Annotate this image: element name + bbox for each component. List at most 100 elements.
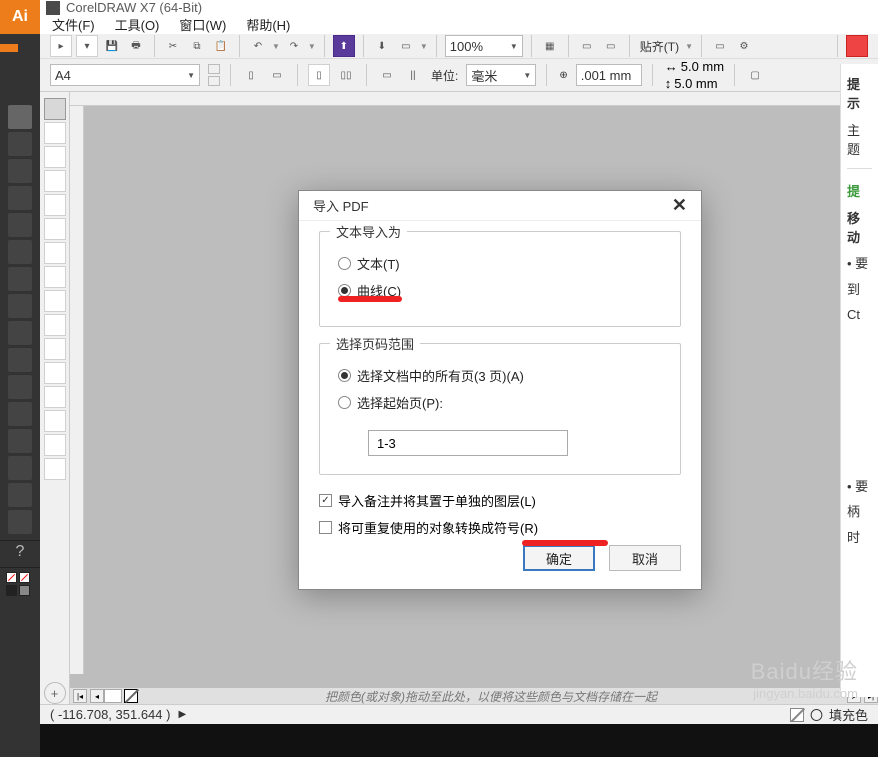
- play-icon[interactable]: ▶: [178, 709, 186, 720]
- text-import-group: 文本导入为 文本(T) 曲线(C): [319, 231, 681, 327]
- chk-comments-row[interactable]: 导入备注并将其置于单独的图层(L): [319, 491, 681, 510]
- tool-direct[interactable]: [8, 132, 32, 156]
- paste-button[interactable]: 📋: [211, 35, 231, 57]
- align-button2[interactable]: ▭: [601, 35, 621, 57]
- orient-landscape[interactable]: ▭: [267, 64, 287, 86]
- cancel-button[interactable]: 取消: [609, 545, 681, 571]
- col-button2[interactable]: ||: [403, 64, 423, 86]
- tool-spray[interactable]: [8, 321, 32, 345]
- text-tool[interactable]: [44, 314, 66, 336]
- opt-text-row[interactable]: 文本(T): [338, 254, 662, 273]
- zoom-dropdown[interactable]: 100%▼: [445, 35, 523, 57]
- tool-spiral[interactable]: [8, 348, 32, 372]
- tool-selection[interactable]: [8, 105, 32, 129]
- tool-text[interactable]: [8, 294, 32, 318]
- eyedropper-tool[interactable]: [44, 410, 66, 432]
- menu-file[interactable]: 文件(F): [52, 15, 95, 34]
- page-prev[interactable]: ◂: [90, 689, 104, 703]
- copy-button[interactable]: ⧉: [187, 35, 207, 57]
- orient-portrait[interactable]: ▯: [241, 64, 261, 86]
- radio-text[interactable]: [338, 257, 351, 270]
- hint-link[interactable]: 提: [847, 181, 872, 200]
- zoom-tool[interactable]: [44, 170, 66, 192]
- no-color-swatch[interactable]: [124, 689, 138, 703]
- export-button[interactable]: ⬇: [372, 35, 392, 57]
- freehand-tool[interactable]: [44, 194, 66, 216]
- tool-pen[interactable]: [8, 159, 32, 183]
- outline-tool[interactable]: [44, 458, 66, 480]
- effects-tool[interactable]: [44, 386, 66, 408]
- radio-text-label: 文本(T): [357, 254, 400, 273]
- text-import-legend: 文本导入为: [330, 222, 407, 241]
- close-icon[interactable]: ✕: [672, 195, 687, 216]
- col-button1[interactable]: ▭: [377, 64, 397, 86]
- radio-allpages[interactable]: [338, 369, 351, 382]
- layout-button[interactable]: ▭: [710, 35, 730, 57]
- opt-startpage-row[interactable]: 选择起始页(P):: [338, 393, 662, 412]
- tool-extra[interactable]: [8, 510, 32, 534]
- tool-hand[interactable]: [8, 483, 32, 507]
- standard-toolbar: ▸ ▾ 💾 🖶 ✂ ⧉ 📋 ↶ ▼ ↷ ▼ ⬆ ⬇ ▭ ▼ 100%▼ ▦ ▭ …: [40, 34, 878, 59]
- menu-window[interactable]: 窗口(W): [179, 15, 226, 34]
- unit-dropdown[interactable]: 毫米▼: [466, 64, 536, 86]
- print-button[interactable]: 🖶: [126, 35, 146, 57]
- hint-subject: 主题: [847, 120, 872, 158]
- sidebar-help[interactable]: ?: [0, 540, 40, 568]
- fill-stroke-swatches[interactable]: [0, 568, 40, 600]
- add-tool[interactable]: +: [44, 682, 66, 704]
- tool-shape2[interactable]: [8, 375, 32, 399]
- hint-docker: 提示 主题 提 移动 • 要 到 Ct • 要 柄 时: [840, 64, 878, 697]
- tool-brush[interactable]: [8, 213, 32, 237]
- chk-comments[interactable]: [319, 494, 332, 507]
- page-picker[interactable]: [104, 689, 122, 703]
- chk-symbols[interactable]: [319, 521, 332, 534]
- radio-startpage[interactable]: [338, 396, 351, 409]
- cut-button[interactable]: ✂: [163, 35, 183, 57]
- menu-tools[interactable]: 工具(O): [115, 15, 160, 34]
- publish-button[interactable]: ▭: [396, 35, 416, 57]
- tool-shape[interactable]: [8, 240, 32, 264]
- tool-fill[interactable]: [8, 429, 32, 453]
- menu-help[interactable]: 帮助(H): [246, 15, 290, 34]
- options-button[interactable]: ⚙: [734, 35, 754, 57]
- import-button[interactable]: ⬆: [333, 35, 355, 57]
- chk-symbols-row[interactable]: 将可重复使用的对象转换成符号(R): [319, 518, 681, 537]
- shape-tool[interactable]: [44, 122, 66, 144]
- crop-tool[interactable]: [44, 146, 66, 168]
- page-single[interactable]: ▯: [308, 64, 330, 86]
- polygon-tool[interactable]: [44, 290, 66, 312]
- snap-label[interactable]: 贴齐(T): [640, 38, 679, 55]
- page-size-dropdown[interactable]: A4▼: [50, 64, 200, 86]
- grid-button[interactable]: ▦: [540, 35, 560, 57]
- undo-button[interactable]: ↶: [248, 35, 268, 57]
- artistic-tool[interactable]: [44, 218, 66, 240]
- align-button1[interactable]: ▭: [577, 35, 597, 57]
- ok-button[interactable]: 确定: [523, 545, 595, 571]
- ellipse-tool[interactable]: [44, 266, 66, 288]
- titlebar: CorelDRAW X7 (64-Bit): [40, 0, 878, 15]
- dialog-title: 导入 PDF: [313, 196, 369, 215]
- pick-tool[interactable]: [44, 98, 66, 120]
- page-first[interactable]: |◂: [73, 689, 87, 703]
- tool-artboard[interactable]: [8, 456, 32, 480]
- page-range-group: 选择页码范围 选择文档中的所有页(3 页)(A) 选择起始页(P):: [319, 343, 681, 475]
- accent-button[interactable]: [846, 35, 868, 57]
- dimension-tool[interactable]: [44, 338, 66, 360]
- page-range-input[interactable]: [368, 430, 568, 456]
- crop-frame-button[interactable]: ▢: [745, 64, 765, 86]
- radio-startpage-label: 选择起始页(P):: [357, 393, 443, 412]
- connector-tool[interactable]: [44, 362, 66, 384]
- ai-logo: Ai: [0, 0, 40, 34]
- save-button[interactable]: 💾: [102, 35, 122, 57]
- open-button[interactable]: ▾: [76, 35, 98, 57]
- tool-line[interactable]: [8, 186, 32, 210]
- new-button[interactable]: ▸: [50, 35, 72, 57]
- rectangle-tool[interactable]: [44, 242, 66, 264]
- redo-button[interactable]: ↷: [284, 35, 304, 57]
- page-facing[interactable]: ▯▯: [336, 64, 356, 86]
- opt-allpages-row[interactable]: 选择文档中的所有页(3 页)(A): [338, 366, 662, 385]
- fill-tool[interactable]: [44, 434, 66, 456]
- tool-eyedrop[interactable]: [8, 402, 32, 426]
- tool-crop[interactable]: [8, 267, 32, 291]
- nudge-input[interactable]: .001 mm: [576, 64, 642, 86]
